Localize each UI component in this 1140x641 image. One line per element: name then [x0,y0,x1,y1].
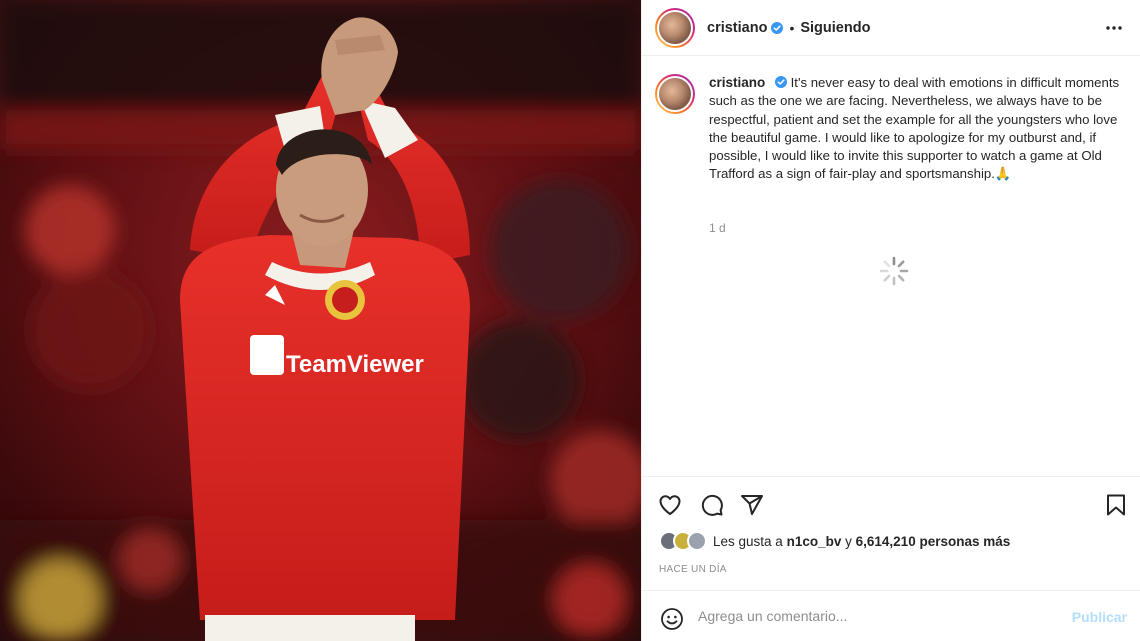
header-separator: • [789,19,795,36]
likes-text: Les gusta a n1co_bv y 6,614,210 personas… [713,534,1010,549]
caption-username[interactable]: cristiano [709,75,765,90]
comment-bar: Publicar [642,590,1140,641]
heart-icon[interactable] [658,493,682,517]
publish-button[interactable]: Publicar [1072,609,1127,625]
liker-avatar [687,531,707,551]
post-sidebar: cristiano • Siguiendo cristiano It's nev… [641,0,1140,641]
avatar[interactable] [655,7,695,48]
post-photo[interactable]: TeamViewer [0,0,641,641]
comment-input[interactable] [698,605,1058,627]
following-button[interactable]: Siguiendo [800,20,870,36]
action-bar [642,476,1140,530]
likes-prefix: Les gusta a [713,533,783,549]
loading-spinner-icon [879,256,909,286]
caption-text-block: cristiano It's never easy to deal with e… [709,74,1129,184]
likes-count[interactable]: 6,614,210 personas más [856,534,1011,549]
caption-text: It's never easy to deal with emotions in… [709,75,1120,182]
more-options-icon[interactable] [1105,20,1123,36]
share-icon[interactable] [740,493,764,517]
likes-user[interactable]: n1co_bv [787,534,842,549]
header-username[interactable]: cristiano [707,20,767,36]
caption-avatar[interactable] [655,74,695,114]
player-photo: TeamViewer [0,0,641,641]
posted-time[interactable]: HACE UN DÍA [659,564,727,575]
post-dialog: TeamViewer cristiano • Siguiendo cristia… [0,0,1140,641]
emoji-icon[interactable] [660,607,684,631]
caption-time[interactable]: 1 d [709,221,726,235]
post-header: cristiano • Siguiendo [642,0,1140,56]
bookmark-icon[interactable] [1104,493,1128,517]
caption: cristiano It's never easy to deal with e… [655,74,1133,184]
verified-badge-icon [774,76,787,88]
comment-icon[interactable] [700,493,724,517]
likes-row: Les gusta a n1co_bv y 6,614,210 personas… [659,531,1010,551]
svg-text:TeamViewer: TeamViewer [286,351,424,378]
verified-badge-icon [771,21,784,34]
likes-middle: y [845,533,852,549]
